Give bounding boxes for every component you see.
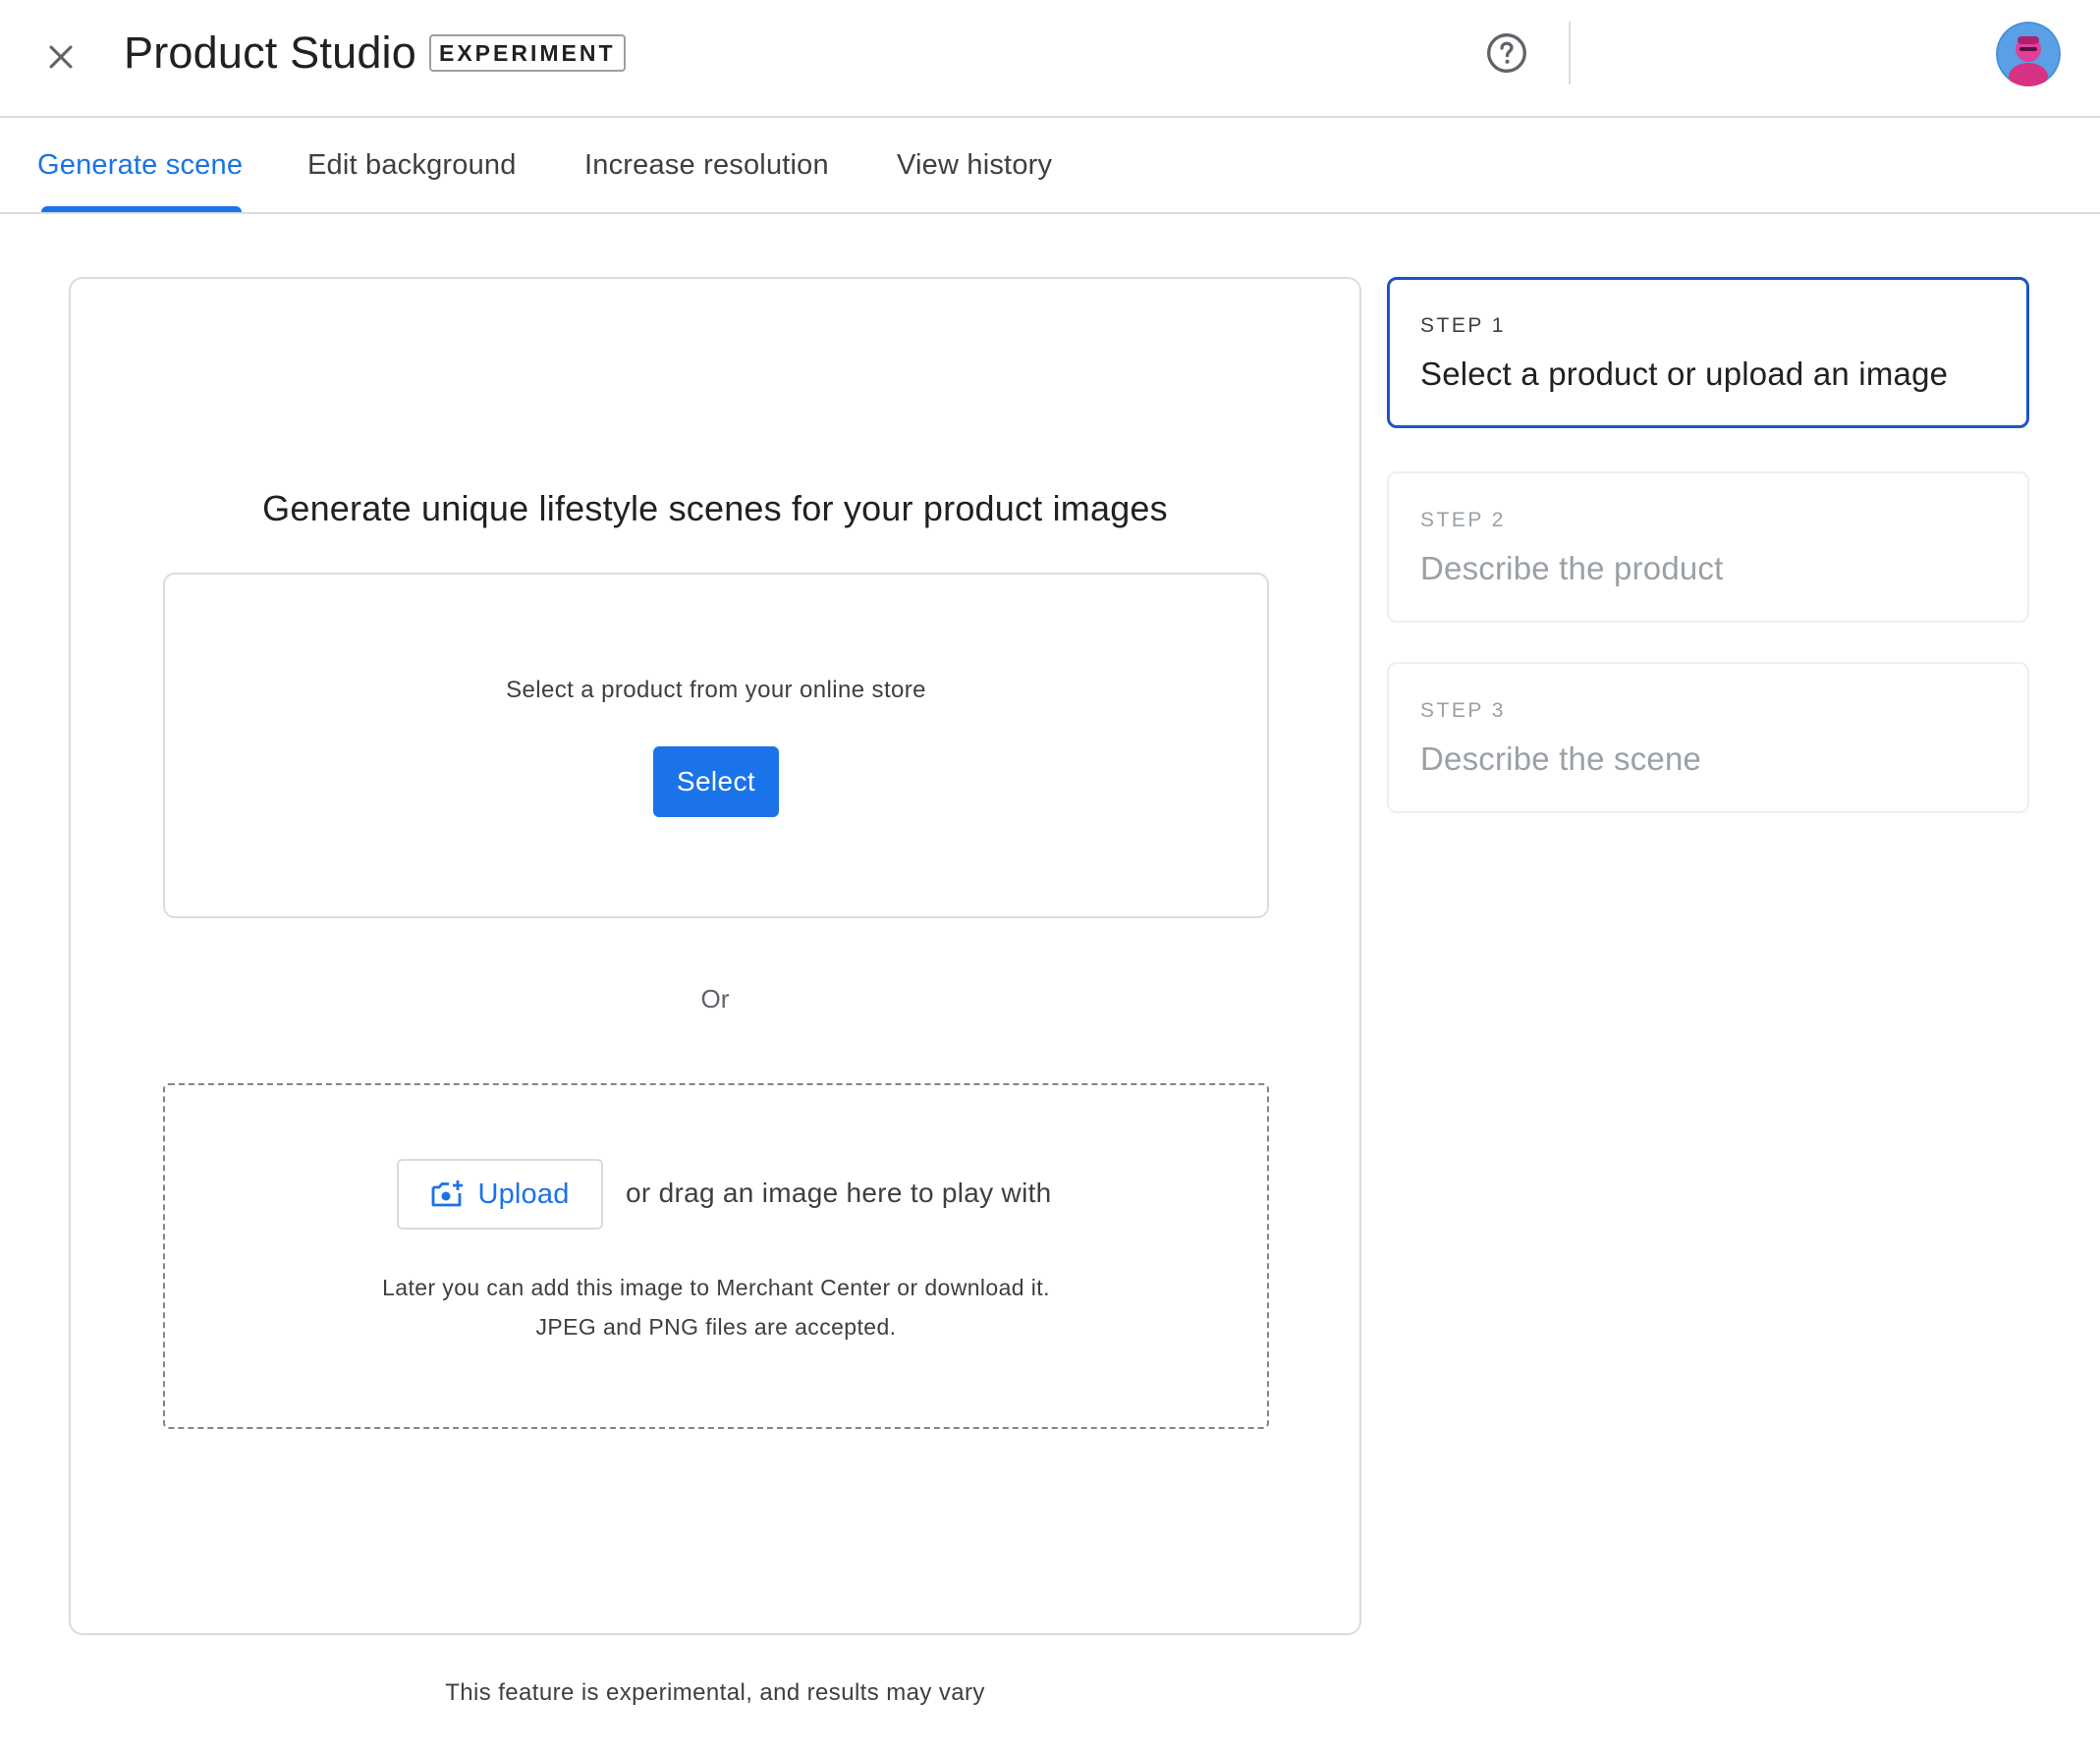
experimental-disclaimer: This feature is experimental, and result…: [445, 1679, 985, 1706]
step-label: STEP 3: [1420, 699, 1506, 722]
add-photo-icon: [432, 1180, 464, 1207]
select-button[interactable]: Select: [653, 746, 779, 817]
step-label: STEP 1: [1420, 314, 1506, 337]
tab-generate-scene[interactable]: Generate scene: [37, 118, 243, 212]
drag-hint: or drag an image here to play with: [626, 1178, 1052, 1208]
help-button[interactable]: [1481, 27, 1532, 79]
close-icon: [49, 45, 73, 69]
select-product-section: Select a product from your online store …: [163, 573, 1269, 918]
step-card-2[interactable]: STEP 2 Describe the product: [1387, 471, 2029, 623]
tab-increase-resolution[interactable]: Increase resolution: [584, 118, 829, 212]
avatar[interactable]: [1996, 22, 2061, 86]
step-label: STEP 2: [1420, 509, 1506, 531]
app-header: Product Studio EXPERIMENT: [0, 0, 2100, 118]
upload-button[interactable]: Upload: [397, 1159, 603, 1230]
app-title: Product Studio: [124, 27, 416, 78]
or-divider-text: Or: [700, 984, 730, 1014]
header-divider: [1569, 22, 1571, 84]
tab-edit-background[interactable]: Edit background: [307, 118, 517, 212]
upload-note-line1: Later you can add this image to Merchant…: [382, 1275, 1050, 1300]
upload-dropzone[interactable]: Upload or drag an image here to play wit…: [163, 1083, 1269, 1429]
product-studio-page: Product Studio EXPERIMENT Generate scene…: [0, 0, 2100, 1754]
user-avatar-icon: [1996, 22, 2061, 86]
close-button[interactable]: [29, 26, 92, 88]
experiment-badge: EXPERIMENT: [429, 34, 626, 72]
step-title: Describe the product: [1420, 550, 1724, 586]
panel-heading: Generate unique lifestyle scenes for you…: [262, 488, 1168, 528]
tab-view-history[interactable]: View history: [897, 118, 1052, 212]
step-title: Select a product or upload an image: [1420, 356, 1949, 392]
step-title: Describe the scene: [1420, 740, 1702, 777]
tab-bar: Generate scene Edit background Increase …: [0, 118, 2100, 214]
upload-button-label: Upload: [477, 1178, 570, 1210]
help-circle-icon: [1487, 33, 1526, 73]
select-caption: Select a product from your online store: [506, 677, 926, 703]
generate-scene-panel: Generate unique lifestyle scenes for you…: [69, 277, 1361, 1635]
step-card-1[interactable]: STEP 1 Select a product or upload an ima…: [1387, 277, 2029, 428]
active-tab-indicator: [41, 206, 242, 212]
upload-note-line2: JPEG and PNG files are accepted.: [535, 1314, 897, 1340]
step-card-3[interactable]: STEP 3 Describe the scene: [1387, 662, 2029, 813]
